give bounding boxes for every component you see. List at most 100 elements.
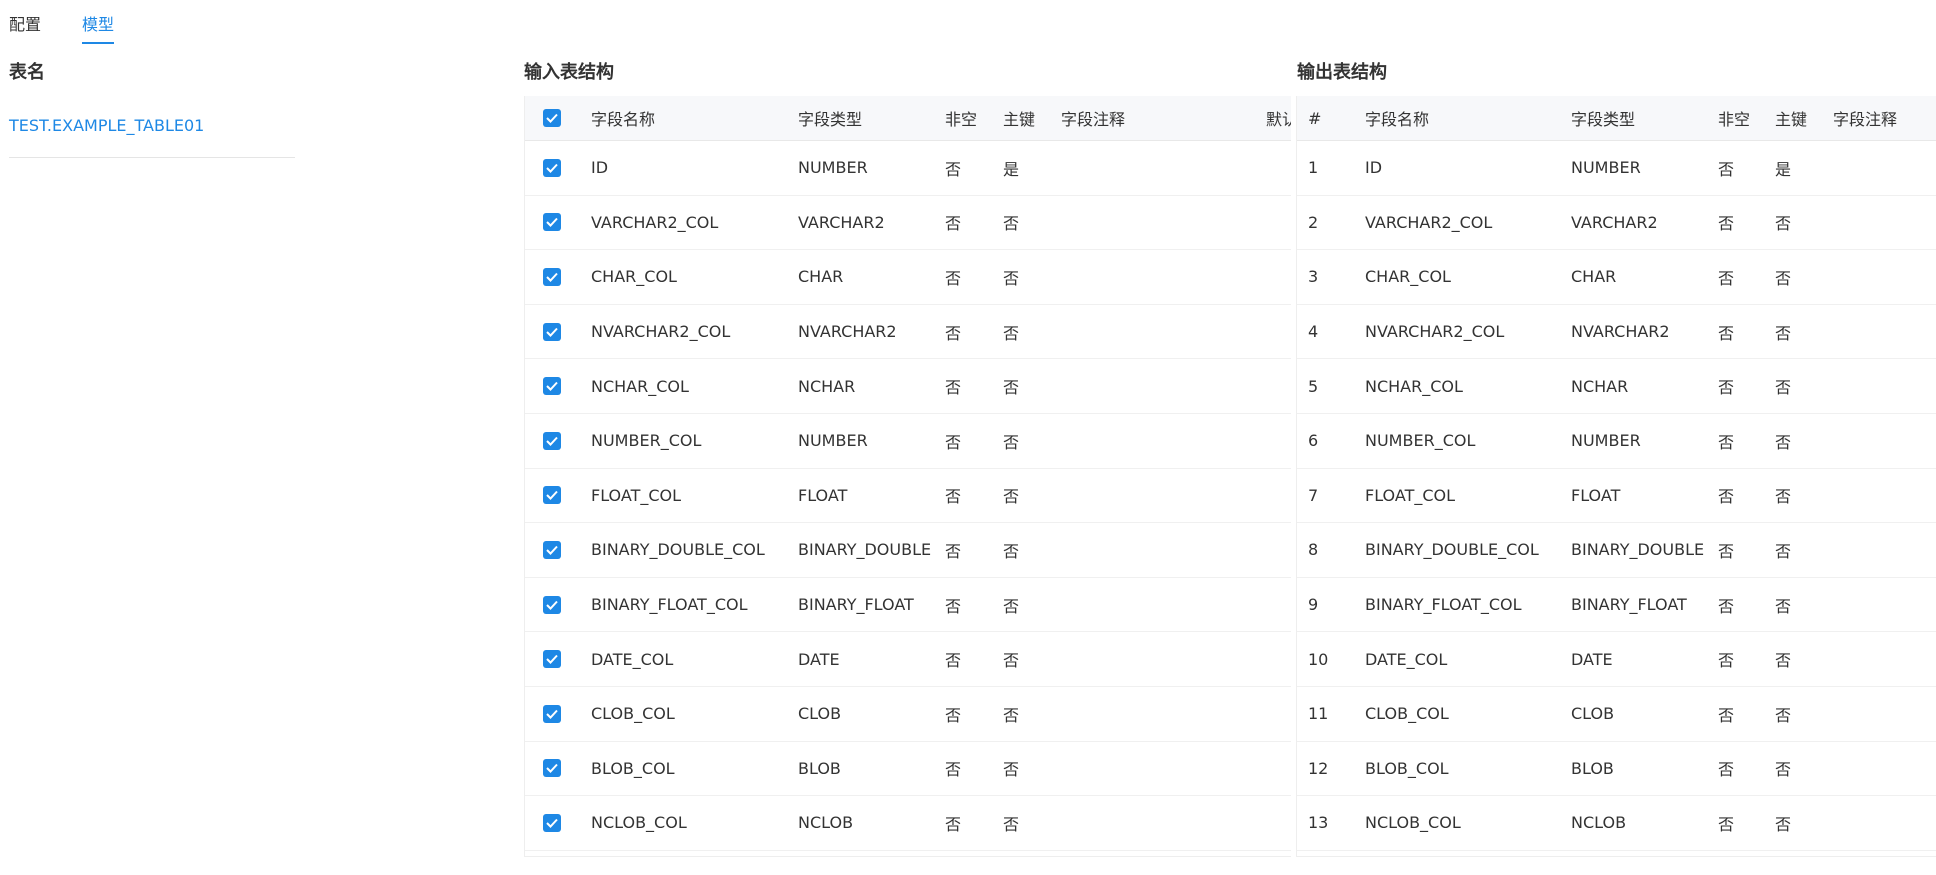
cell-field-name: ID: [591, 158, 609, 178]
table-row[interactable]: 6 NUMBER_COL NUMBER 否 否: [1297, 414, 1936, 469]
table-row[interactable]: NCLOB_COL NCLOB 否 否: [525, 796, 1291, 851]
row-checkbox[interactable]: [543, 213, 561, 232]
table-row[interactable]: 9 BINARY_FLOAT_COL BINARY_FLOAT 否 否: [1297, 578, 1936, 633]
table-row[interactable]: 3 CHAR_COL CHAR 否 否: [1297, 250, 1936, 305]
table-row[interactable]: 2 VARCHAR2_COL VARCHAR2 否 否: [1297, 196, 1936, 251]
row-checkbox[interactable]: [543, 595, 561, 614]
row-checkbox[interactable]: [543, 813, 561, 832]
cell-primary-key: 否: [1003, 541, 1020, 561]
header-field-comment: 字段注释: [1061, 110, 1126, 129]
check-icon: [546, 545, 558, 555]
table-header-row: # 字段名称 字段类型 非空 主键 字段注释: [1297, 96, 1936, 141]
cell-field-type: BINARY_DOUBLE: [798, 540, 932, 560]
header-primary-key: 主键: [1003, 110, 1036, 129]
cell-field-name: CLOB_COL: [1365, 704, 1449, 724]
cell-not-null: 否: [1718, 487, 1735, 507]
cell-field-type: NVARCHAR2: [1571, 322, 1670, 342]
table-row[interactable]: 4 NVARCHAR2_COL NVARCHAR2 否 否: [1297, 305, 1936, 360]
table-row[interactable]: BLOB_COL BLOB 否 否: [525, 742, 1291, 797]
cell-index: 8: [1308, 540, 1319, 560]
cell-not-null: 否: [1718, 814, 1735, 834]
row-checkbox[interactable]: [543, 650, 561, 669]
cell-field-type: CHAR: [798, 267, 844, 287]
row-checkbox[interactable]: [543, 267, 561, 286]
cell-field-name: BINARY_DOUBLE_COL: [591, 540, 765, 560]
header-field-type: 字段类型: [1571, 110, 1636, 129]
table-name-title: 表名: [9, 62, 45, 83]
table-row[interactable]: CHAR_COL CHAR 否 否: [525, 250, 1291, 305]
cell-primary-key: 否: [1775, 378, 1792, 398]
cell-primary-key: 否: [1003, 651, 1020, 671]
cell-index: 9: [1308, 595, 1319, 615]
cell-index: 12: [1308, 758, 1329, 778]
cell-not-null: 否: [945, 705, 962, 725]
row-checkbox[interactable]: [543, 322, 561, 341]
row-checkbox[interactable]: [543, 158, 561, 177]
table-row[interactable]: VARCHAR2_COL VARCHAR2 否 否: [525, 196, 1291, 251]
check-icon: [546, 436, 558, 446]
cell-field-type: BINARY_FLOAT: [1571, 595, 1687, 615]
cell-primary-key: 否: [1003, 323, 1020, 343]
cell-primary-key: 否: [1003, 705, 1020, 725]
cell-field-name: CLOB_COL: [591, 704, 675, 724]
row-checkbox[interactable]: [543, 704, 561, 723]
cell-primary-key: 否: [1775, 814, 1792, 834]
select-all-checkbox[interactable]: [543, 109, 561, 127]
cell-field-name: VARCHAR2_COL: [591, 212, 719, 232]
cell-not-null: 否: [1718, 378, 1735, 398]
tab-model[interactable]: 模型: [82, 0, 115, 44]
cell-primary-key: 否: [1775, 432, 1792, 452]
cell-field-name: NCHAR_COL: [1365, 376, 1463, 396]
cell-field-type: NCLOB: [798, 813, 854, 833]
row-checkbox[interactable]: [543, 759, 561, 778]
cell-field-name: BINARY_DOUBLE_COL: [1365, 540, 1539, 560]
cell-field-type: CLOB: [798, 704, 842, 724]
row-checkbox[interactable]: [543, 486, 561, 505]
cell-primary-key: 否: [1003, 432, 1020, 452]
check-icon: [546, 600, 558, 610]
check-icon: [546, 163, 558, 173]
row-checkbox[interactable]: [543, 377, 561, 396]
cell-index: 1: [1308, 158, 1319, 178]
table-row[interactable]: 5 NCHAR_COL NCHAR 否 否: [1297, 359, 1936, 414]
table-row[interactable]: NUMBER_COL NUMBER 否 否: [525, 414, 1291, 469]
table-row[interactable]: NCHAR_COL NCHAR 否 否: [525, 359, 1291, 414]
row-checkbox[interactable]: [543, 540, 561, 559]
table-row[interactable]: NVARCHAR2_COL NVARCHAR2 否 否: [525, 305, 1291, 360]
table-row[interactable]: 7 FLOAT_COL FLOAT 否 否: [1297, 469, 1936, 524]
cell-field-type: VARCHAR2: [1571, 212, 1658, 232]
table-row[interactable]: FLOAT_COL FLOAT 否 否: [525, 469, 1291, 524]
cell-primary-key: 否: [1003, 487, 1020, 507]
table-row[interactable]: 13 NCLOB_COL NCLOB 否 否: [1297, 796, 1936, 851]
cell-field-name: NCHAR_COL: [591, 376, 689, 396]
row-checkbox[interactable]: [543, 431, 561, 450]
check-icon: [546, 113, 558, 123]
output-table-title: 输出表结构: [1297, 62, 1387, 83]
header-not-null: 非空: [945, 110, 978, 129]
table-row[interactable]: 12 BLOB_COL BLOB 否 否: [1297, 742, 1936, 797]
cell-primary-key: 否: [1003, 814, 1020, 834]
check-icon: [546, 818, 558, 828]
cell-primary-key: 否: [1775, 214, 1792, 234]
cell-not-null: 否: [1718, 760, 1735, 780]
header-primary-key: 主键: [1775, 110, 1808, 129]
table-row[interactable]: ID NUMBER 否 是: [525, 141, 1291, 196]
cell-field-name: NVARCHAR2_COL: [591, 322, 731, 342]
table-row[interactable]: 8 BINARY_DOUBLE_COL BINARY_DOUBLE 否 否: [1297, 523, 1936, 578]
table-row[interactable]: BINARY_DOUBLE_COL BINARY_DOUBLE 否 否: [525, 523, 1291, 578]
table-row[interactable]: BINARY_FLOAT_COL BINARY_FLOAT 否 否: [525, 578, 1291, 633]
divider: [9, 157, 295, 158]
tab-config[interactable]: 配置: [9, 0, 41, 44]
table-row[interactable]: CLOB_COL CLOB 否 否: [525, 687, 1291, 742]
table-row[interactable]: 10 DATE_COL DATE 否 否: [1297, 632, 1936, 687]
table-name-link[interactable]: TEST.EXAMPLE_TABLE01: [9, 115, 204, 137]
cell-field-name: CHAR_COL: [1365, 267, 1451, 287]
cell-field-name: NUMBER_COL: [591, 431, 702, 451]
table-row[interactable]: 11 CLOB_COL CLOB 否 否: [1297, 687, 1936, 742]
table-row[interactable]: 1 ID NUMBER 否 是: [1297, 141, 1936, 196]
table-header-row: 字段名称 字段类型 非空 主键 字段注释 默认值: [525, 96, 1291, 141]
cell-not-null: 否: [945, 541, 962, 561]
cell-index: 11: [1308, 704, 1329, 724]
cell-primary-key: 否: [1775, 596, 1792, 616]
table-row[interactable]: DATE_COL DATE 否 否: [525, 632, 1291, 687]
